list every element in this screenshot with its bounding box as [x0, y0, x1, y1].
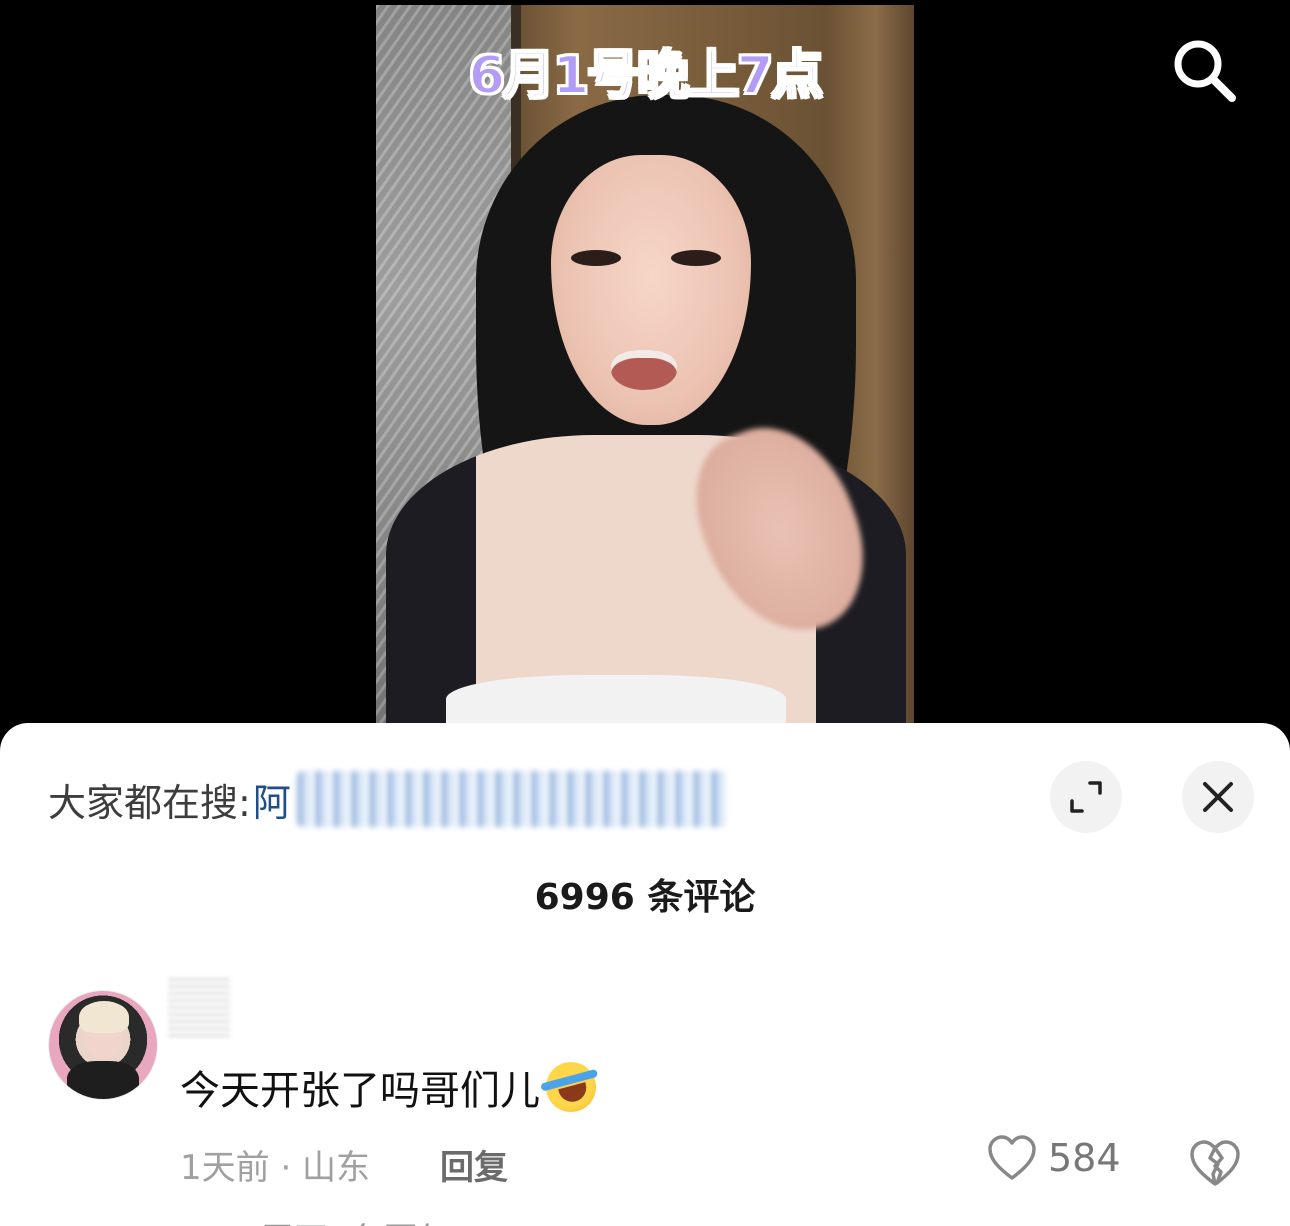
video-person-mouth: [611, 350, 677, 390]
video-caption: 6月1号晚上7点: [468, 45, 825, 107]
username-redacted[interactable]: [168, 978, 230, 1038]
avatar-jacket: [67, 1061, 139, 1099]
like-count: 584: [1048, 1136, 1121, 1180]
comments-sheet: 大家都在搜: 阿 6996 条评论 今天开张了吗哥们儿 1天前 · 山东 回复 …: [0, 723, 1290, 1226]
close-button[interactable]: [1182, 761, 1254, 833]
heart-icon: [988, 1135, 1036, 1180]
avatar-hair: [79, 1001, 129, 1033]
dislike-button[interactable]: [1188, 1138, 1242, 1188]
like-button[interactable]: 584: [986, 1134, 1121, 1182]
broken-heart-icon: [1190, 1140, 1240, 1186]
comment-item: 今天开张了吗哥们儿 1天前 · 山东 回复 584 展开7条回复: [0, 978, 1290, 1226]
expand-replies-link[interactable]: 展开7条回复: [260, 1213, 452, 1226]
video-player[interactable]: 6月1号晚上7点: [376, 5, 914, 723]
comment-text: 今天开张了吗哥们儿: [180, 1068, 540, 1114]
video-person-top: [446, 675, 786, 723]
app-screen: 6月1号晚上7点 大家都在搜: 阿 6996 条评论 今天开张了吗哥们儿 1天前…: [0, 0, 1290, 1226]
video-person-eye-left: [571, 250, 621, 266]
laughing-crying-emoji-icon: [540, 1056, 602, 1118]
search-icon: [1174, 40, 1236, 102]
expand-icon: [1070, 781, 1102, 813]
search-suggestion-query[interactable]: 阿: [253, 772, 291, 827]
search-button[interactable]: [1168, 34, 1240, 106]
avatar[interactable]: [48, 990, 158, 1100]
search-suggestion-label: 大家都在搜:: [48, 780, 251, 825]
comment-body: 今天开张了吗哥们儿: [180, 1056, 602, 1118]
close-icon: [1203, 782, 1233, 812]
search-suggestion-redacted: [296, 771, 727, 827]
search-suggestion[interactable]: 大家都在搜: 阿: [48, 771, 727, 827]
comment-time-location: 1天前 · 山东: [180, 1148, 371, 1188]
expand-button[interactable]: [1050, 761, 1122, 833]
reply-button[interactable]: 回复: [440, 1140, 508, 1189]
comment-count: 6996 条评论: [534, 877, 756, 918]
video-person-eye-right: [671, 250, 721, 266]
